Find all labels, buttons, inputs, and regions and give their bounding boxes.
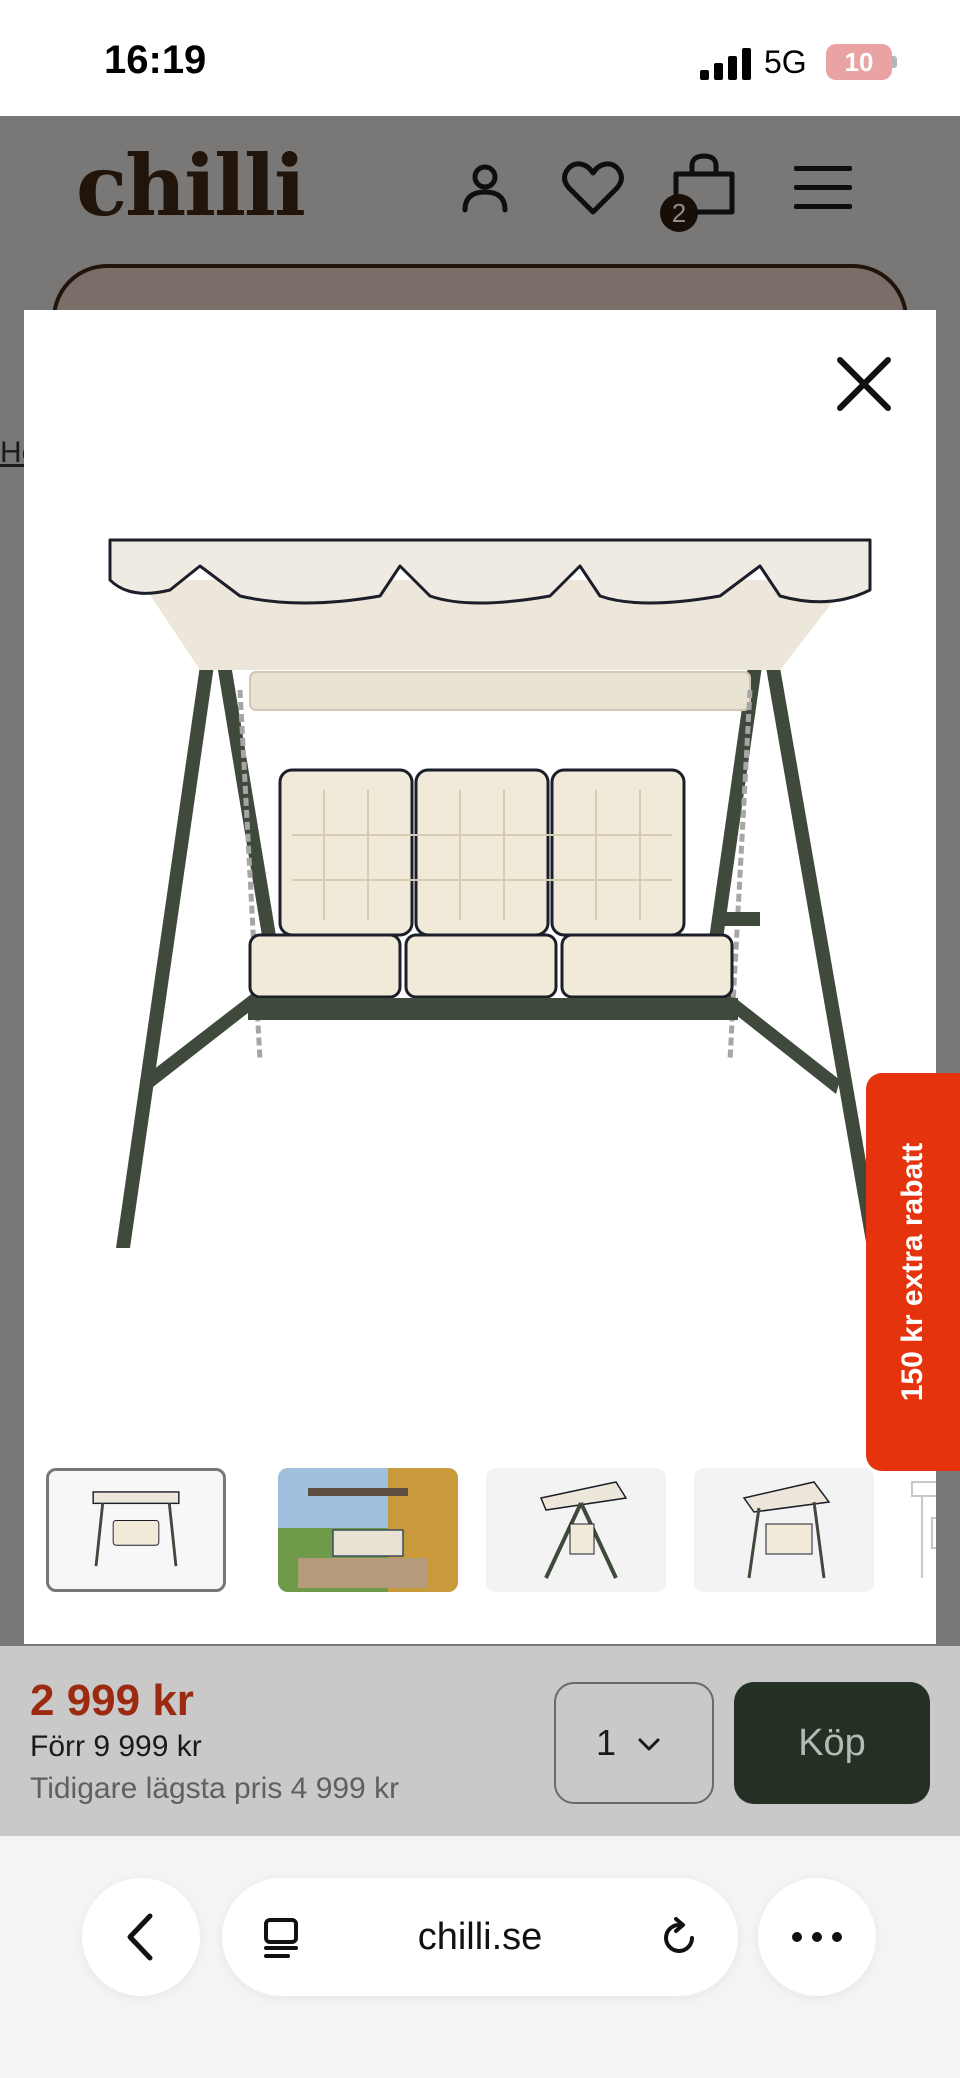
extra-discount-tab[interactable]: 150 kr extra rabatt: [866, 1073, 960, 1471]
lowest-price: Tidigare lägsta pris 4 999 kr: [30, 1772, 400, 1805]
back-icon: [127, 1913, 153, 1961]
swing-sketch-icon: [911, 1481, 936, 1578]
status-bar: 16:19 5G 10: [0, 0, 960, 116]
swing-side-view-icon: [539, 1481, 628, 1579]
signal-icon: [700, 48, 751, 80]
browser-toolbar: chilli.se: [0, 1836, 960, 2078]
back-button[interactable]: [82, 1878, 200, 1996]
network-label: 5G: [764, 44, 807, 80]
thumbnail-swing-side-view[interactable]: [486, 1468, 666, 1592]
thumbnail-swing-sketch[interactable]: [902, 1468, 936, 1592]
swing-in-garden-icon: [278, 1468, 458, 1592]
quantity-value: 1: [596, 1722, 617, 1763]
buy-button[interactable]: Köp: [734, 1682, 930, 1804]
reload-icon[interactable]: [658, 1916, 702, 1960]
quantity-select[interactable]: 1: [554, 1682, 714, 1804]
more-button[interactable]: [758, 1878, 876, 1996]
main-product-image: [108, 538, 880, 1248]
swing-front-view-icon: [92, 1491, 180, 1567]
thumbnail-swing-front-view[interactable]: [46, 1468, 226, 1592]
chevron-down-icon: [638, 1738, 660, 1751]
status-time: 16:19: [104, 38, 207, 82]
address-bar[interactable]: chilli.se: [222, 1878, 738, 1996]
previous-price: Förr 9 999 kr: [30, 1730, 202, 1763]
thumbnail-swing-angled-view[interactable]: [694, 1468, 874, 1592]
battery-icon: 10: [826, 44, 892, 80]
thumbnail-strip: [46, 1468, 936, 1594]
current-price: 2 999 kr: [30, 1676, 194, 1725]
battery-level: 10: [844, 47, 874, 77]
price-bar: 2 999 kr Förr 9 999 kr Tidigare lägsta p…: [0, 1646, 960, 1836]
screen: 16:19 5G 10 chilli 2 He 150 kr extra rab…: [0, 0, 960, 2078]
image-gallery-modal: [24, 310, 936, 1644]
thumbnail-swing-in-garden[interactable]: [278, 1468, 458, 1592]
extra-discount-label: 150 kr extra rabatt: [896, 1142, 929, 1402]
swing-angled-view-icon: [742, 1481, 831, 1579]
close-icon[interactable]: [828, 348, 900, 420]
battery-tip: [892, 56, 897, 68]
more-icon: [792, 1932, 842, 1942]
